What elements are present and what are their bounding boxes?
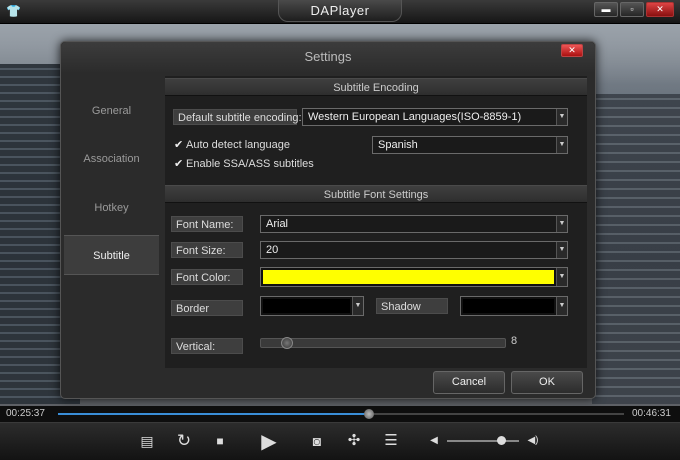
total-time: 00:46:31 (632, 408, 671, 419)
font-name-value: Arial (266, 218, 289, 230)
dialog-title: Settings (61, 42, 595, 72)
font-color-label: Font Color: (171, 269, 243, 285)
font-name-label: Font Name: (171, 216, 243, 232)
app-title: DAPlayer (310, 3, 370, 18)
border-color-swatch (263, 299, 350, 313)
section-header-font: Subtitle Font Settings (165, 185, 587, 203)
ssa-checkbox[interactable]: ✔ Enable SSA/ASS subtitles (174, 156, 314, 172)
current-time: 00:25:37 (6, 408, 45, 419)
dialog-close-button[interactable]: ✕ (561, 44, 583, 57)
playlist-icon[interactable]: ☰ (381, 431, 401, 451)
chevron-down-icon[interactable]: ▼ (556, 297, 567, 315)
player-window: 👕 DAPlayer ▬ ▫ ✕ Settings ✕ General Asso… (0, 0, 680, 460)
checkmark-icon: ✔ (174, 139, 184, 151)
vertical-value: 8 (511, 335, 518, 347)
font-size-label: Font Size: (171, 242, 243, 258)
close-button[interactable]: ✕ (646, 2, 674, 17)
border-color-picker[interactable]: ▼ (260, 296, 364, 316)
control-bar: ▤ ↻ ■ ▶ ◙ ✣ ☰ ◀ ◀) (0, 422, 680, 460)
repeat-icon[interactable]: ↻ (174, 431, 194, 451)
language-value: Spanish (378, 139, 418, 151)
default-encoding-select[interactable]: Western European Languages(ISO-8859-1) ▼ (302, 108, 568, 126)
seek-progress (58, 413, 370, 415)
open-folder-icon[interactable]: ▤ (137, 431, 157, 451)
section-header-encoding: Subtitle Encoding (165, 78, 587, 96)
cancel-button[interactable]: Cancel (433, 371, 505, 394)
vertical-slider[interactable] (260, 337, 506, 349)
chevron-down-icon[interactable]: ▼ (352, 297, 363, 315)
auto-detect-checkbox[interactable]: ✔ Auto detect language (174, 137, 290, 153)
title-tab: DAPlayer (278, 0, 402, 22)
camera-icon[interactable]: ◙ (307, 431, 327, 451)
font-size-select[interactable]: 20 ▼ (260, 241, 568, 259)
fullscreen-icon[interactable]: ✣ (344, 431, 364, 451)
seek-track[interactable] (58, 409, 624, 419)
settings-sidebar: General Association Hotkey Subtitle (64, 76, 161, 366)
subtitle-settings-panel: Subtitle Encoding Default subtitle encod… (165, 76, 587, 368)
checkmark-icon: ✔ (174, 158, 184, 170)
chevron-down-icon[interactable]: ▼ (556, 242, 567, 258)
font-size-value: 20 (266, 244, 279, 256)
play-icon[interactable]: ▶ (256, 430, 282, 454)
minimize-button[interactable]: ▬ (594, 2, 618, 17)
font-color-picker[interactable]: ▼ (260, 267, 568, 287)
volume-handle[interactable] (497, 436, 506, 445)
auto-detect-label: Auto detect language (186, 139, 290, 151)
volume-slider[interactable] (447, 436, 519, 445)
seek-bar: 00:25:37 00:46:31 (0, 406, 680, 422)
shadow-color-picker[interactable]: ▼ (460, 296, 568, 316)
tshirt-icon[interactable]: 👕 (6, 5, 21, 18)
chevron-down-icon[interactable]: ▼ (556, 109, 567, 125)
volume-high-icon[interactable]: ◀) (524, 431, 542, 451)
chevron-down-icon[interactable]: ▼ (556, 216, 567, 232)
vertical-label: Vertical: (171, 338, 243, 354)
language-select[interactable]: Spanish ▼ (372, 136, 568, 154)
border-label: Border (171, 300, 243, 316)
font-color-swatch (263, 270, 554, 284)
font-name-select[interactable]: Arial ▼ (260, 215, 568, 233)
default-encoding-label: Default subtitle encoding: (173, 109, 302, 125)
maximize-button[interactable]: ▫ (620, 2, 644, 17)
shadow-color-swatch (463, 299, 554, 313)
seek-handle[interactable] (364, 409, 375, 419)
video-building-right (592, 94, 680, 404)
ok-button[interactable]: OK (511, 371, 583, 394)
ssa-label: Enable SSA/ASS subtitles (186, 158, 314, 170)
settings-dialog: Settings ✕ General Association Hotkey Su… (60, 41, 596, 399)
sidebar-item-subtitle[interactable]: Subtitle (64, 235, 159, 275)
default-encoding-value: Western European Languages(ISO-8859-1) (308, 111, 522, 123)
chevron-down-icon[interactable]: ▼ (556, 268, 567, 286)
sidebar-item-hotkey[interactable]: Hotkey (64, 188, 159, 228)
chevron-down-icon[interactable]: ▼ (556, 137, 567, 153)
sidebar-item-association[interactable]: Association (64, 139, 159, 179)
volume-low-icon[interactable]: ◀ (428, 431, 440, 451)
sidebar-item-general[interactable]: General (64, 91, 159, 131)
title-bar: 👕 DAPlayer ▬ ▫ ✕ (0, 0, 680, 24)
stop-icon[interactable]: ■ (210, 431, 230, 451)
vertical-slider-thumb[interactable] (281, 337, 293, 349)
shadow-label: Shadow (376, 298, 448, 314)
